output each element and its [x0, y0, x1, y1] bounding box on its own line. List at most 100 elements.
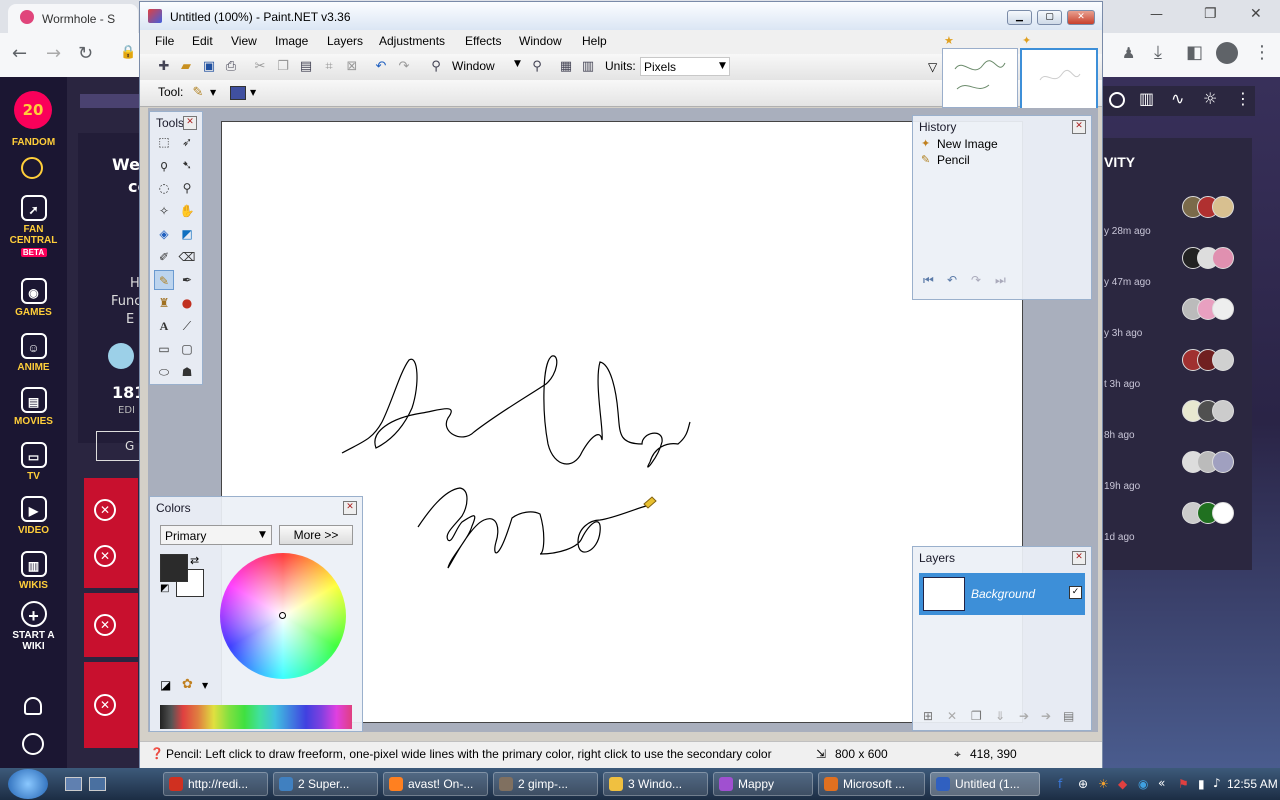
move-selection-icon[interactable]: ➶: [177, 132, 197, 152]
pencil-tool-icon[interactable]: ✎: [154, 270, 174, 290]
menu-adjustments[interactable]: Adjustments: [379, 34, 445, 48]
layer-row[interactable]: Background ✓: [919, 573, 1085, 615]
pencil-icon[interactable]: ✎: [190, 85, 206, 101]
taskbar-button[interactable]: 2 Super...: [273, 772, 378, 796]
tray-update-icon[interactable]: ◉: [1138, 777, 1148, 791]
gradient-icon[interactable]: ◩: [177, 224, 197, 244]
activity-row[interactable]: t 3h ago: [1100, 349, 1252, 400]
close-icon[interactable]: ✕: [1250, 6, 1262, 22]
rail-start-wiki[interactable]: + START A WIKI: [0, 601, 67, 652]
move-up-icon[interactable]: ➔: [1019, 709, 1029, 723]
ellipse-icon[interactable]: ⬭: [154, 362, 174, 382]
color-picker-icon[interactable]: ✒: [177, 270, 197, 290]
avatar[interactable]: [1212, 349, 1234, 371]
bell-icon[interactable]: [24, 697, 42, 715]
blend-mode-icon[interactable]: [230, 86, 246, 100]
open-icon[interactable]: ▰: [178, 59, 194, 75]
history-item[interactable]: ✦ New Image: [919, 136, 1085, 152]
tray-avast-icon[interactable]: ☀: [1098, 777, 1109, 791]
zoom-out-icon[interactable]: ⚲: [428, 59, 444, 75]
avatar[interactable]: [1212, 451, 1234, 473]
taskbar-button[interactable]: Untitled (1...: [930, 772, 1040, 796]
minimize-button[interactable]: ▁: [1007, 10, 1032, 25]
taskbar-button[interactable]: 2 gimp-...: [493, 772, 598, 796]
maximize-button[interactable]: ▢: [1037, 10, 1062, 25]
zoom-dropdown[interactable]: Window: [452, 59, 495, 73]
rail-movies[interactable]: ▤ MOVIES: [0, 387, 67, 427]
forward-icon[interactable]: →: [46, 43, 61, 64]
activity-row[interactable]: y 28m ago: [1100, 196, 1252, 247]
ellipse-select-icon[interactable]: ◌: [154, 178, 174, 198]
tray-facebook-icon[interactable]: f: [1058, 777, 1062, 791]
color-wheel[interactable]: [220, 553, 346, 679]
avatar[interactable]: [1212, 247, 1234, 269]
freeform-shape-icon[interactable]: ☗: [177, 362, 197, 382]
rectangle-icon[interactable]: ▭: [154, 339, 174, 359]
activity-icon[interactable]: ∿: [1171, 89, 1184, 108]
taskbar-button[interactable]: Microsoft ...: [818, 772, 925, 796]
undo-icon[interactable]: ↶: [373, 59, 389, 75]
browser-tab[interactable]: Wormhole - S: [8, 4, 138, 33]
line-icon[interactable]: ⟋: [177, 316, 197, 336]
history-item[interactable]: ✎ Pencil: [919, 152, 1085, 168]
palette-strip[interactable]: [160, 705, 352, 729]
primary-color-swatch[interactable]: [160, 554, 188, 582]
recolor-icon[interactable]: ●: [177, 293, 197, 313]
save-icon[interactable]: ▣: [201, 59, 217, 75]
ruler-icon[interactable]: ▥: [580, 59, 596, 75]
layer-visible-checkbox[interactable]: ✓: [1069, 586, 1082, 599]
deselect-icon[interactable]: ⊠: [344, 59, 360, 75]
move-selected-icon[interactable]: ➷: [177, 155, 197, 175]
tray-network-icon[interactable]: ⊕: [1078, 777, 1088, 791]
swap-colors-icon[interactable]: ⇄: [190, 554, 199, 567]
tray-volume-icon[interactable]: ♪: [1213, 776, 1221, 790]
avatar[interactable]: [1212, 400, 1234, 422]
book-icon[interactable]: ▥: [1139, 89, 1154, 108]
rail-video[interactable]: ▶ VIDEO: [0, 496, 67, 536]
browser-menu-icon[interactable]: ⋮: [1253, 42, 1271, 63]
chevron-down-icon[interactable]: ▼: [514, 59, 521, 69]
wiki-notification[interactable]: ✕: [84, 662, 138, 748]
activity-row[interactable]: 19h ago: [1100, 451, 1252, 502]
download-icon[interactable]: ⤓: [1154, 42, 1162, 63]
switch-windows-icon[interactable]: [89, 777, 106, 791]
menu-image[interactable]: Image: [275, 34, 308, 48]
extension-icon[interactable]: ♟: [1122, 44, 1135, 62]
rewind-icon[interactable]: ⏮: [923, 273, 934, 288]
clone-stamp-icon[interactable]: ♜: [154, 293, 174, 313]
show-desktop-icon[interactable]: [65, 777, 82, 791]
avatar[interactable]: [1212, 196, 1234, 218]
search-icon[interactable]: [1109, 92, 1125, 108]
activity-row[interactable]: 8h ago: [1100, 400, 1252, 451]
color-mode-dropdown[interactable]: Primary ▼: [160, 525, 272, 545]
menu-edit[interactable]: Edit: [192, 34, 213, 48]
rail-fan-central[interactable]: ➚ FAN CENTRAL BETA: [0, 195, 67, 257]
redo-icon[interactable]: ↷: [396, 59, 412, 75]
close-button[interactable]: ✕: [1067, 10, 1095, 25]
rounded-rectangle-icon[interactable]: ▢: [177, 339, 197, 359]
rail-games[interactable]: ◉ GAMES: [0, 278, 67, 318]
menu-help[interactable]: Help: [582, 34, 607, 48]
back-icon[interactable]: ←: [12, 43, 27, 64]
eraser-icon[interactable]: ⌫: [177, 247, 197, 267]
search-icon[interactable]: [21, 157, 43, 179]
activity-row[interactable]: 1d ago: [1100, 502, 1252, 553]
menu-file[interactable]: File: [155, 34, 174, 48]
menu-layers[interactable]: Layers: [327, 34, 363, 48]
user-icon[interactable]: [22, 733, 44, 755]
sidebar-icon[interactable]: ◧: [1186, 42, 1203, 63]
zoom-in-icon[interactable]: ⚲: [529, 59, 545, 75]
chevron-down-icon[interactable]: ▼: [210, 88, 216, 97]
paintbrush-icon[interactable]: ✐: [154, 247, 174, 267]
image-thumbnail[interactable]: [942, 48, 1018, 108]
menu-window[interactable]: Window: [519, 34, 562, 48]
palette-icon[interactable]: ✿: [182, 677, 193, 692]
brightness-icon[interactable]: ☼: [1203, 89, 1217, 108]
new-icon[interactable]: ✚: [156, 59, 172, 75]
start-button[interactable]: [8, 769, 48, 799]
thumbnail-menu-icon[interactable]: ▽: [928, 60, 937, 74]
rail-wikis[interactable]: ▥ WIKIS: [0, 551, 67, 591]
more-icon[interactable]: ⋮: [1235, 89, 1251, 108]
minimize-icon[interactable]: —: [1150, 7, 1163, 22]
avatar[interactable]: [1212, 298, 1234, 320]
